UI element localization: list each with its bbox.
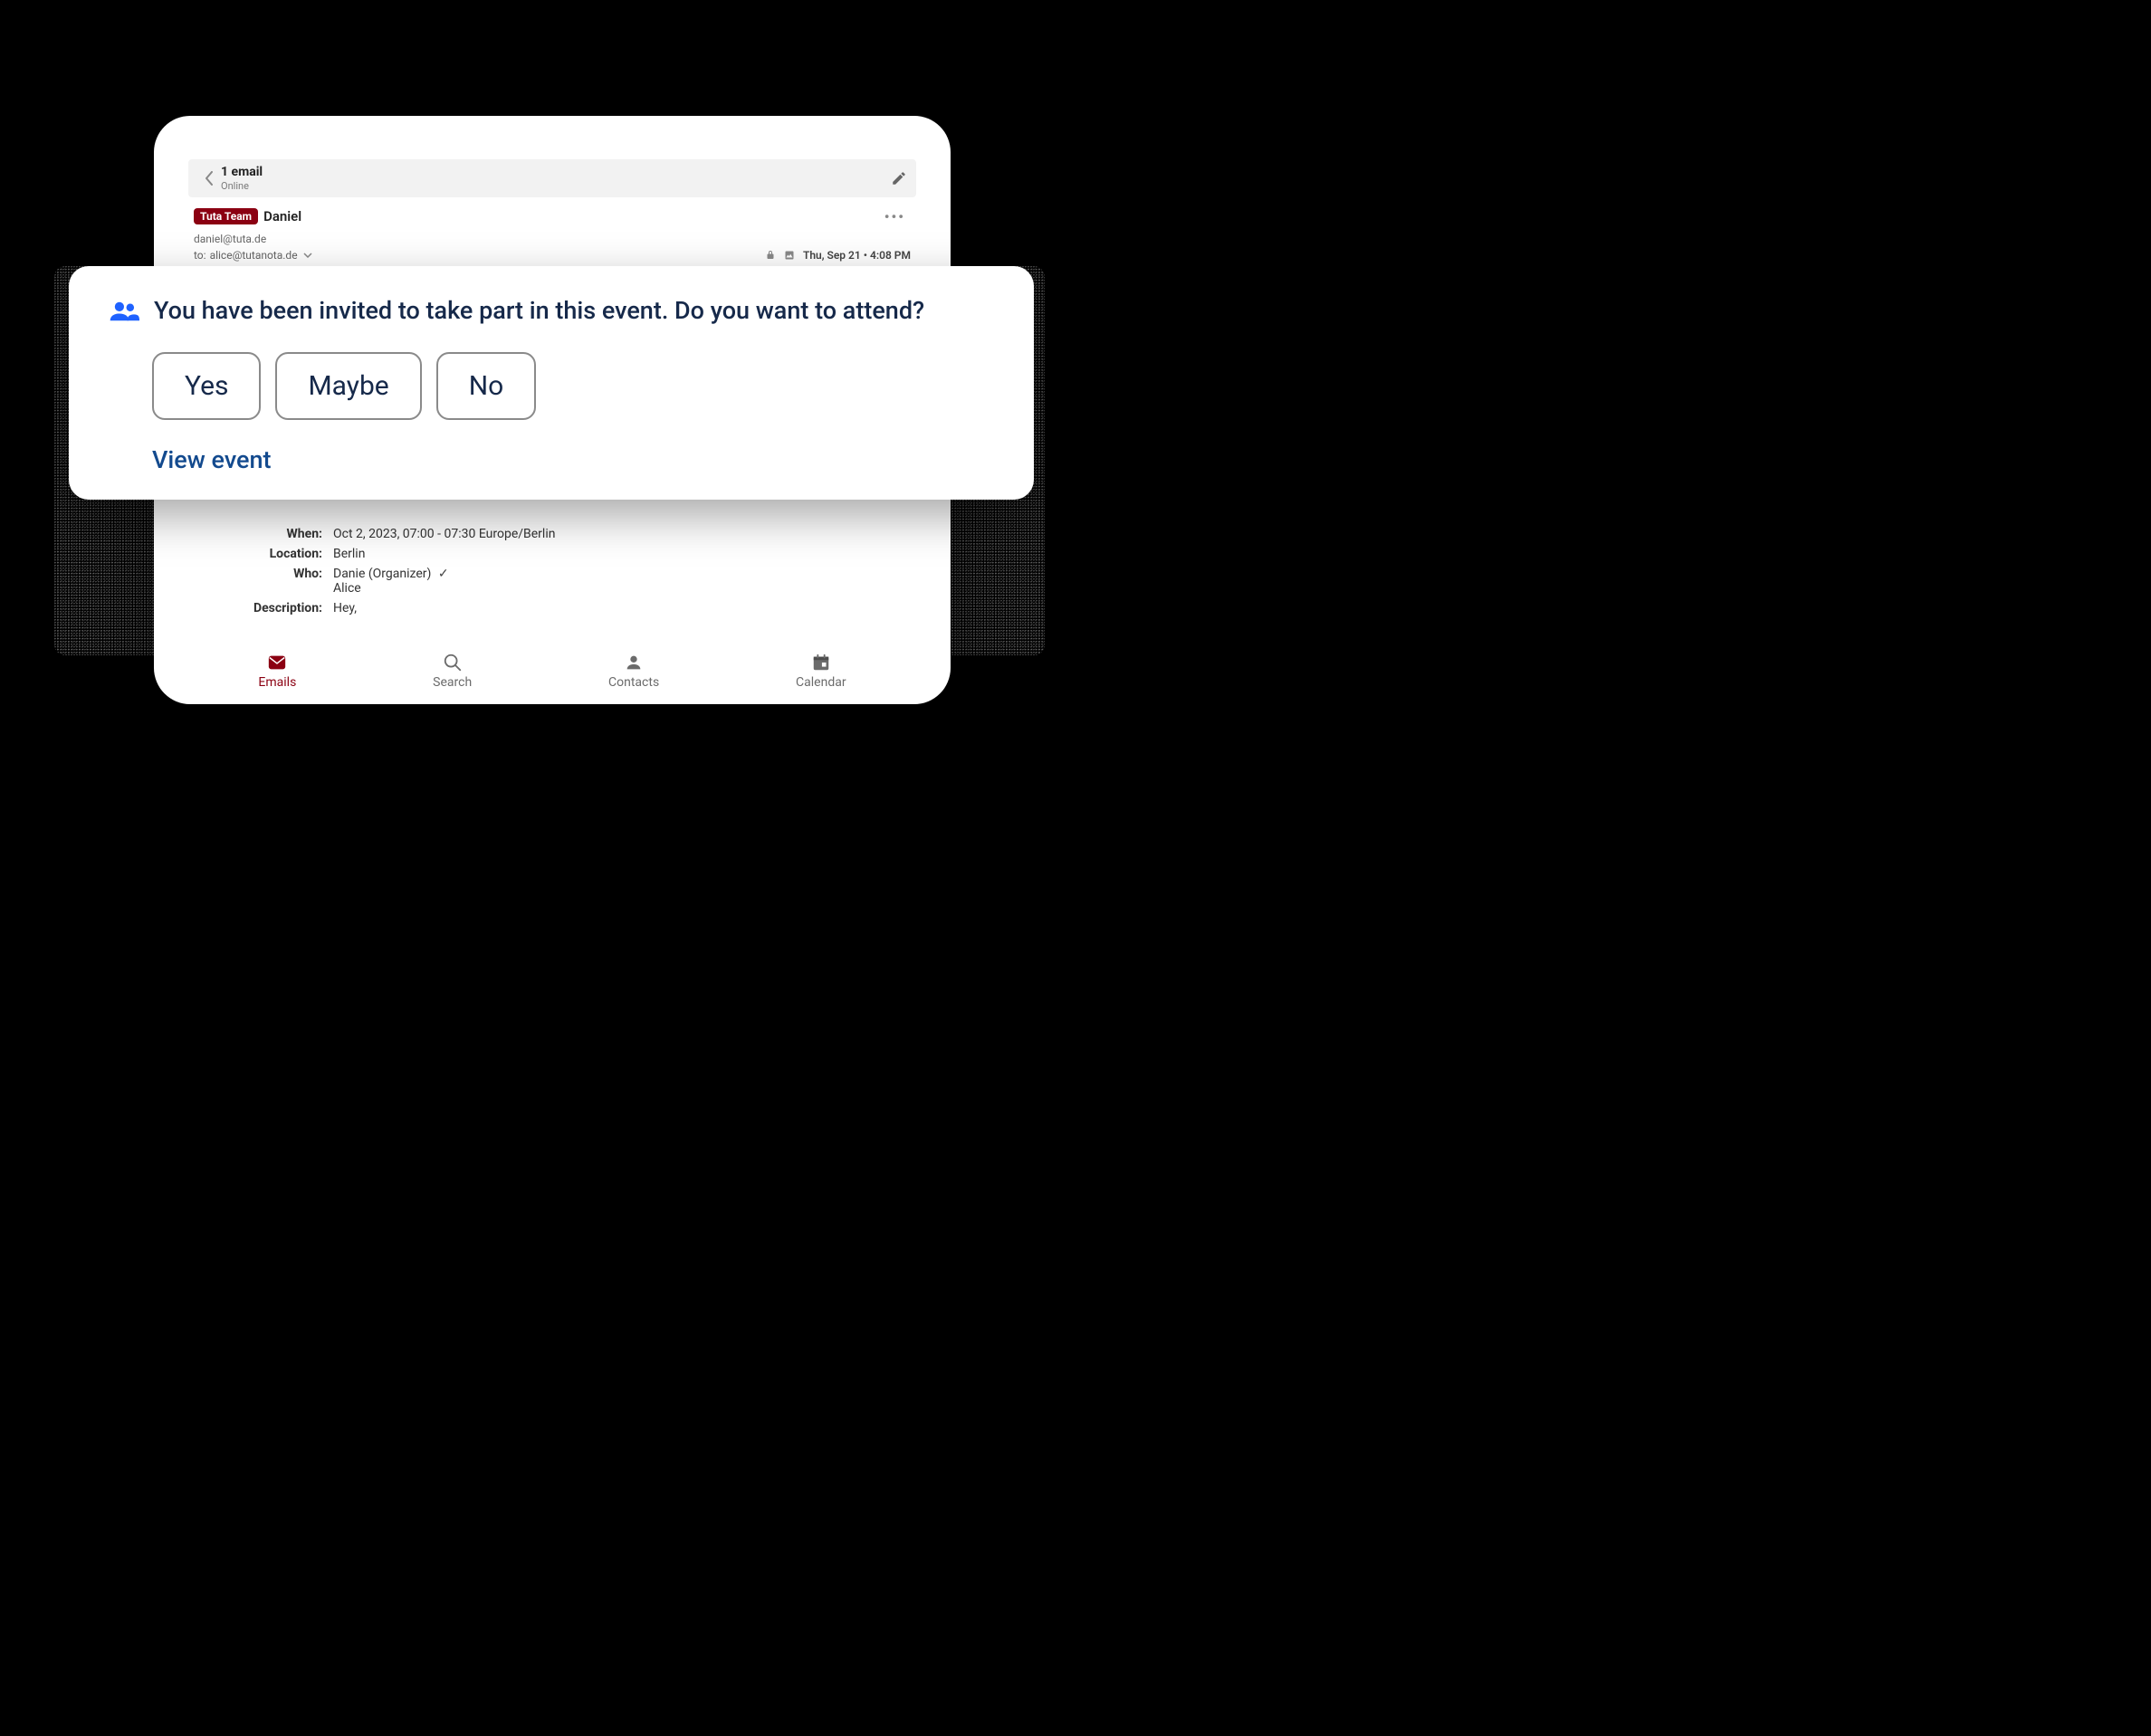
recipient-email: alice@tutanota.de bbox=[210, 247, 298, 263]
expand-recipients-button[interactable] bbox=[303, 253, 312, 258]
sender-row: Tuta Team Daniel ••• bbox=[188, 197, 916, 229]
chevron-left-icon bbox=[205, 171, 214, 186]
back-button[interactable] bbox=[197, 171, 221, 186]
check-icon: ✓ bbox=[438, 567, 449, 581]
tab-calendar[interactable]: Calendar bbox=[796, 652, 846, 690]
people-icon bbox=[109, 300, 139, 323]
tab-search-label: Search bbox=[433, 675, 472, 690]
view-event-link[interactable]: View event bbox=[152, 445, 272, 474]
more-menu-button[interactable]: ••• bbox=[879, 208, 911, 225]
event-who-label: Who: bbox=[188, 567, 333, 596]
event-attendee: Alice bbox=[333, 581, 361, 596]
bottom-nav: Emails Search Contacts Calendar bbox=[154, 652, 951, 690]
calendar-icon bbox=[808, 652, 834, 673]
sender-name: Daniel bbox=[263, 208, 301, 224]
event-organizer: Danie (Organizer) bbox=[333, 567, 431, 581]
rsvp-yes-button[interactable]: Yes bbox=[152, 352, 261, 420]
sender-badge: Tuta Team bbox=[194, 208, 258, 224]
rsvp-maybe-button[interactable]: Maybe bbox=[275, 352, 421, 420]
invite-prompt: You have been invited to take part in th… bbox=[154, 295, 924, 327]
image-icon bbox=[783, 250, 796, 261]
connection-status: Online bbox=[221, 180, 891, 192]
compose-button[interactable] bbox=[891, 170, 907, 186]
address-block: daniel@tuta.de to: alice@tutanota.de Thu… bbox=[188, 229, 916, 271]
mail-header-bar: 1 email Online bbox=[188, 159, 916, 197]
search-icon bbox=[440, 652, 465, 673]
person-icon bbox=[621, 652, 646, 673]
compose-icon bbox=[891, 170, 907, 186]
event-details: When: Oct 2, 2023, 07:00 - 07:30 Europe/… bbox=[188, 524, 916, 618]
tab-emails[interactable]: Emails bbox=[258, 652, 296, 690]
event-description-value: Hey, bbox=[333, 601, 916, 615]
chevron-down-icon bbox=[303, 253, 312, 258]
tab-contacts[interactable]: Contacts bbox=[608, 652, 659, 690]
sender-email: daniel@tuta.de bbox=[194, 231, 911, 247]
invite-card: You have been invited to take part in th… bbox=[69, 266, 1034, 500]
inbox-title: 1 email bbox=[221, 165, 891, 180]
event-location-label: Location: bbox=[188, 547, 333, 561]
event-when-label: When: bbox=[188, 527, 333, 541]
mail-icon bbox=[264, 652, 290, 673]
tab-search[interactable]: Search bbox=[433, 652, 472, 690]
event-when-value: Oct 2, 2023, 07:00 - 07:30 Europe/Berlin bbox=[333, 527, 916, 541]
tab-calendar-label: Calendar bbox=[796, 675, 846, 690]
email-timestamp: Thu, Sep 21 • 4:08 PM bbox=[803, 247, 911, 263]
event-description-label: Description: bbox=[188, 601, 333, 615]
tab-emails-label: Emails bbox=[258, 675, 296, 690]
event-location-value: Berlin bbox=[333, 547, 916, 561]
tab-contacts-label: Contacts bbox=[608, 675, 659, 690]
rsvp-no-button[interactable]: No bbox=[436, 352, 537, 420]
to-label: to: bbox=[194, 247, 206, 263]
lock-icon bbox=[765, 249, 776, 262]
